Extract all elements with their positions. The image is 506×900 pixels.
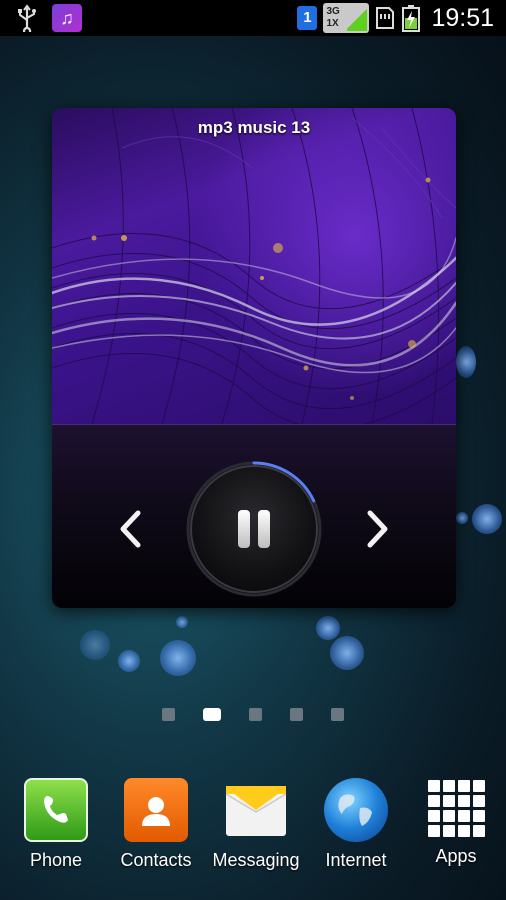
album-art[interactable]: mp3 music 13 bbox=[52, 108, 456, 424]
page-dot[interactable] bbox=[162, 707, 175, 721]
dock-label: Internet bbox=[325, 850, 387, 870]
dock-label: Apps bbox=[435, 846, 477, 866]
dock-item-messaging[interactable]: Messaging bbox=[206, 778, 306, 871]
sd-card-icon bbox=[376, 7, 395, 29]
bokeh-decoration bbox=[456, 346, 476, 378]
dock-label: Contacts bbox=[120, 850, 192, 870]
page-dot[interactable] bbox=[249, 707, 262, 721]
phone-icon bbox=[24, 778, 88, 842]
bokeh-decoration bbox=[118, 650, 140, 672]
usb-icon bbox=[18, 4, 36, 32]
sim-badge: 1 bbox=[297, 6, 318, 30]
network-badge: 3G 1X bbox=[323, 3, 370, 33]
apps-grid-icon bbox=[426, 778, 486, 838]
pause-icon bbox=[238, 510, 250, 548]
network-type-top: 3G bbox=[326, 6, 340, 17]
page-dot[interactable] bbox=[331, 707, 344, 721]
battery-charging-icon bbox=[402, 5, 421, 32]
music-note-icon: ♫ bbox=[52, 4, 82, 32]
next-track-button[interactable] bbox=[358, 507, 398, 551]
contacts-icon bbox=[124, 778, 188, 842]
dock-label: Messaging bbox=[212, 850, 300, 870]
bokeh-decoration bbox=[330, 636, 364, 670]
playback-controls bbox=[52, 424, 456, 608]
bokeh-decoration bbox=[316, 616, 340, 640]
dock-label: Phone bbox=[29, 850, 83, 870]
status-bar[interactable]: ♫ 1 3G 1X 19:51 bbox=[0, 0, 506, 36]
bokeh-decoration bbox=[80, 630, 110, 660]
prev-icon bbox=[120, 510, 141, 548]
pause-icon bbox=[258, 510, 270, 548]
pause-button[interactable] bbox=[190, 465, 318, 593]
dock: Phone Contacts Messaging Internet Apps bbox=[0, 770, 506, 900]
previous-track-button[interactable] bbox=[110, 507, 150, 551]
music-player-widget[interactable]: mp3 music 13 bbox=[52, 108, 456, 608]
clock: 19:51 bbox=[431, 3, 494, 32]
dock-item-phone[interactable]: Phone bbox=[6, 778, 106, 871]
album-art-graphic bbox=[52, 108, 456, 424]
track-title: mp3 music 13 bbox=[197, 118, 311, 137]
next-icon bbox=[367, 510, 388, 548]
page-dot-active[interactable] bbox=[203, 707, 221, 721]
bokeh-decoration bbox=[160, 640, 196, 676]
page-dot[interactable] bbox=[290, 707, 303, 721]
network-type-bottom: 1X bbox=[326, 18, 339, 29]
globe-icon bbox=[324, 778, 388, 842]
bokeh-decoration bbox=[456, 512, 468, 524]
page-indicator bbox=[0, 704, 506, 724]
envelope-icon bbox=[224, 778, 288, 842]
dock-item-apps[interactable]: Apps bbox=[406, 778, 506, 867]
bokeh-decoration bbox=[472, 504, 502, 534]
dock-item-contacts[interactable]: Contacts bbox=[106, 778, 206, 871]
signal-bars-icon bbox=[347, 7, 368, 31]
bokeh-decoration bbox=[176, 616, 188, 628]
dock-item-internet[interactable]: Internet bbox=[306, 778, 406, 871]
